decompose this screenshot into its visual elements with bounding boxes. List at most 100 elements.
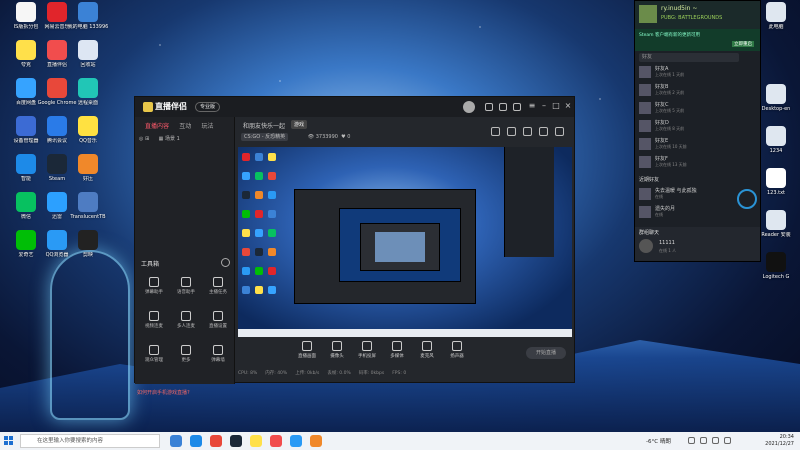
stream-tag[interactable]: 游戏 <box>291 120 308 129</box>
tab-play[interactable]: 玩法 <box>202 123 214 130</box>
source-button[interactable]: 手机投屏 <box>352 341 382 359</box>
toolbox-item[interactable]: 观众管理 <box>139 345 169 363</box>
toolbox-item[interactable]: 语音助手 <box>171 277 201 295</box>
toolbox-item[interactable]: 更多 <box>171 345 201 363</box>
tool-label: 弹幕助手 <box>145 290 163 295</box>
preview-steam-panel <box>504 147 554 257</box>
friend-status: 上次在线 2 天前 <box>655 90 685 95</box>
friend-avatar <box>639 156 651 168</box>
group-avatar[interactable] <box>639 239 653 253</box>
shirt-icon[interactable] <box>513 103 521 111</box>
tray-up-icon[interactable] <box>688 437 695 444</box>
close-button[interactable]: × <box>563 101 573 111</box>
filter-icon[interactable] <box>523 127 532 136</box>
app-icon <box>16 230 36 250</box>
input-method-icon[interactable] <box>724 437 731 444</box>
qq-browser-icon[interactable] <box>290 435 302 447</box>
likes-count: 0 <box>347 134 351 140</box>
source-button[interactable]: 多媒体 <box>382 341 412 359</box>
toolbox-item[interactable]: 主播任务 <box>203 277 233 295</box>
desktop-icon[interactable]: 远程桌面 <box>66 78 110 112</box>
toolbox-item[interactable]: 视频连麦 <box>139 311 169 329</box>
edge-icon[interactable] <box>190 435 202 447</box>
scene-selector[interactable]: ◎ ⊞ ▦ 场景 1 <box>139 135 180 142</box>
stream-title[interactable]: 和朋友快乐一起 <box>243 121 285 130</box>
group-name[interactable]: 11111 <box>659 240 675 246</box>
app-icon <box>78 116 98 136</box>
toolbox-item[interactable]: 多人连麦 <box>171 311 201 329</box>
tab-interact[interactable]: 互动 <box>179 123 191 130</box>
source-label: 手机投屏 <box>358 354 376 359</box>
lock-icon[interactable] <box>507 127 516 136</box>
source-button[interactable]: 麦克风 <box>412 341 442 359</box>
friend-item[interactable]: 好友E 上次在线 10 天前 <box>639 137 757 153</box>
help-notice[interactable]: 如何开启手机游戏直播? <box>137 389 190 396</box>
weather-widget[interactable]: -6°C 晴朗 <box>646 437 671 445</box>
restart-button[interactable]: 立即重启 <box>732 41 754 47</box>
tool-label: 主播任务 <box>209 290 227 295</box>
desktop-icon[interactable]: TranslucentTB <box>66 192 110 226</box>
friend-item[interactable]: 好友D 上次在线 8 天前 <box>639 119 757 135</box>
clock[interactable]: 20:34 2021/12/27 <box>765 434 794 448</box>
game-selector[interactable]: CS:GO - 反恐精英 <box>241 133 289 141</box>
task-view-icon[interactable] <box>170 435 182 447</box>
tab-content[interactable]: 直播内容 <box>145 123 169 130</box>
minimize-button[interactable]: – <box>539 101 549 111</box>
status-bar: CPU: 8% 内存: 40% 上传: 0kb/s 丢帧: 0.0% 码率: 0kbps… <box>238 370 573 380</box>
steam-friends-panel[interactable]: ry.inud5in ~ PUBG: BATTLEGROUNDS Steam 客… <box>634 0 761 262</box>
toolbox-item[interactable]: 直播设置 <box>203 311 233 329</box>
friends-search-input[interactable]: 好友 <box>639 53 739 62</box>
go-live-button[interactable]: 开始直播 <box>526 347 566 359</box>
menu-icon[interactable]: ≡ <box>527 101 537 111</box>
live-assistant-icon[interactable] <box>270 435 282 447</box>
taskbar-search-input[interactable]: 在这里输入你要搜索的内容 <box>20 434 160 448</box>
message-icon[interactable] <box>485 103 493 111</box>
start-windows-icon[interactable] <box>4 436 14 446</box>
layout-icon[interactable] <box>491 127 500 136</box>
maximize-button[interactable]: □ <box>551 101 561 111</box>
steam-icon[interactable] <box>230 435 242 447</box>
steam-avatar[interactable] <box>639 5 657 23</box>
friend-item[interactable]: 好友F 上次在线 13 天前 <box>639 155 757 171</box>
preview-nested-desktop <box>339 208 461 282</box>
network-icon[interactable] <box>700 437 707 444</box>
source-icon <box>332 341 342 351</box>
volume-icon[interactable] <box>712 437 719 444</box>
friend-item[interactable]: 好友A 上次在线 1 天前 <box>639 65 757 81</box>
live-assistant-window[interactable]: 直播伴侣 专业版 ≡ – □ × 直播内容 互动 玩法 ◎ ⊞ ▦ 场景 1 工… <box>134 96 575 396</box>
folder-icon[interactable] <box>250 435 262 447</box>
desktop-icon[interactable]: 剪映 <box>66 230 110 264</box>
toolbox-item[interactable]: 弹幕助手 <box>139 277 169 295</box>
desktop-icon[interactable]: 回收站 <box>66 40 110 74</box>
desktop-icon[interactable]: QQ音乐 <box>66 116 110 150</box>
stream-preview[interactable] <box>238 147 572 337</box>
toolbox-item[interactable]: 弹幕墙 <box>203 345 233 363</box>
source-button[interactable]: 摄像头 <box>322 341 352 359</box>
left-tabs: 直播内容 互动 玩法 <box>145 121 222 130</box>
app-icon <box>766 84 786 104</box>
friend-status: 在线 <box>655 212 663 217</box>
bell-icon[interactable] <box>539 127 548 136</box>
desktop-icon[interactable]: 我的电脑 133996 <box>66 2 110 36</box>
friend-item[interactable]: 好友B 上次在线 2 天前 <box>639 83 757 99</box>
user-avatar[interactable] <box>463 101 475 113</box>
friend-item[interactable]: 好友C 上次在线 5 天前 <box>639 101 757 117</box>
game-info-row: CS:GO - 反恐精英 👁 3733990 ♥ 0 <box>241 133 351 141</box>
friend-avatar <box>639 188 651 200</box>
source-label: 多媒体 <box>390 354 404 359</box>
haozip-icon[interactable] <box>310 435 322 447</box>
source-button[interactable]: 扬声器 <box>442 341 472 359</box>
source-button[interactable]: 直播画面 <box>292 341 322 359</box>
chrome-icon[interactable] <box>210 435 222 447</box>
desktop-icon-label: 远程桌面 <box>77 100 98 106</box>
recent-friend-item[interactable]: 失去温暖 与此孤独 在线 <box>639 187 734 203</box>
toolbox-settings-icon[interactable] <box>221 258 230 267</box>
gift-icon[interactable] <box>499 103 507 111</box>
steam-username[interactable]: ry.inud5in ~ <box>661 5 697 12</box>
app-icon <box>47 154 67 174</box>
app-icon <box>16 40 36 60</box>
recent-friend-item[interactable]: 遗失的月 在线 <box>639 205 734 221</box>
desktop-icon[interactable]: 好压 <box>66 154 110 188</box>
friend-status: 上次在线 8 天前 <box>655 126 685 131</box>
share-icon[interactable] <box>555 127 564 136</box>
